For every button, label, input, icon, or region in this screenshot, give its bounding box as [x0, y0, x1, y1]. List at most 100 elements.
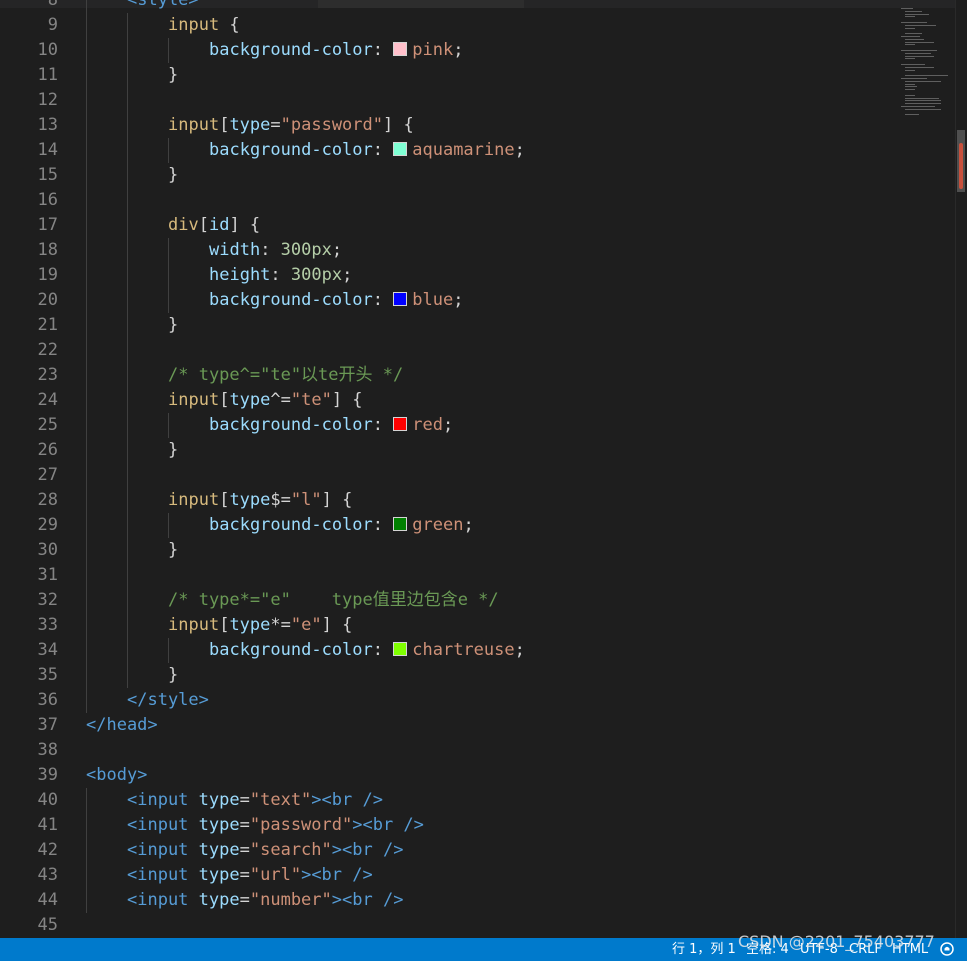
code-line[interactable]: 27: [0, 463, 955, 488]
minimap-line: [905, 27, 915, 29]
color-swatch[interactable]: [393, 42, 408, 56]
code-line[interactable]: 39 <body>: [0, 763, 955, 788]
line-number: 39: [37, 765, 58, 785]
token-sel: input: [168, 615, 220, 635]
code-line[interactable]: 35}: [0, 663, 955, 688]
token-plain: ] {: [383, 115, 414, 135]
color-swatch[interactable]: [393, 642, 408, 656]
code-line[interactable]: 11}: [0, 63, 955, 88]
code-text: background-color: blue;: [209, 288, 463, 313]
indent-guide: [127, 313, 128, 338]
token-tag: <input: [127, 865, 189, 885]
code-line[interactable]: 12: [0, 88, 955, 113]
code-line[interactable]: 21}: [0, 313, 955, 338]
code-line[interactable]: 31: [0, 563, 955, 588]
indent-guide: [86, 613, 87, 638]
minimap-line: [905, 94, 915, 96]
code-line[interactable]: 26}: [0, 438, 955, 463]
code-line[interactable]: 44 <input type="number"><br />: [0, 888, 955, 913]
token-plain: :: [270, 265, 291, 285]
line-number: 43: [37, 865, 58, 885]
code-text: <input type="search"><br />: [127, 838, 403, 863]
code-line[interactable]: 19 height: 300px;: [0, 263, 955, 288]
code-text: }: [168, 438, 178, 463]
code-line[interactable]: 28 input[type$="l"] {: [0, 488, 955, 513]
color-swatch[interactable]: [393, 517, 408, 531]
code-line[interactable]: 17 div[id] {: [0, 213, 955, 238]
cursor-position-indicator[interactable]: 行 1，列 1: [672, 938, 736, 961]
minimap-line: [905, 86, 917, 88]
bell-icon[interactable]: [940, 942, 954, 956]
token-com: /* type*="e" type值里边包含e */: [168, 590, 499, 610]
code-text: div[id] {: [168, 213, 260, 238]
code-line[interactable]: 38: [0, 738, 955, 763]
scrollbar-highlight-marker: [959, 143, 963, 189]
code-line[interactable]: 16: [0, 188, 955, 213]
line-number: 29: [37, 515, 58, 535]
code-text: <body>: [86, 763, 147, 788]
token-val: green: [412, 515, 464, 535]
code-line[interactable]: 25 background-color: red;: [0, 413, 955, 438]
indent-guide: [86, 413, 87, 438]
code-line[interactable]: 40 <input type="text"><br />: [0, 788, 955, 813]
token-plain: =: [239, 865, 250, 885]
code-line[interactable]: 34 background-color: chartreuse;: [0, 638, 955, 663]
indent-guide: [127, 213, 128, 238]
line-number: 45: [37, 915, 58, 935]
indent-guide: [86, 838, 87, 863]
code-line[interactable]: 15}: [0, 163, 955, 188]
minimap-line: [901, 36, 921, 37]
indent-guide: [86, 788, 87, 813]
token-tag: >: [331, 890, 343, 910]
token-plain: }: [168, 665, 179, 685]
code-line[interactable]: 22: [0, 338, 955, 363]
code-line[interactable]: 20 background-color: blue;: [0, 288, 955, 313]
code-line[interactable]: 32 /* type*="e" type值里边包含e */: [0, 588, 955, 613]
code-line[interactable]: 41 <input type="password"><br />: [0, 813, 955, 838]
line-number: 27: [37, 465, 58, 485]
token-attr: type: [198, 790, 240, 810]
code-line[interactable]: 8 <style>: [0, 0, 955, 13]
code-line[interactable]: 37 </head>: [0, 713, 955, 738]
code-line[interactable]: 24 input[type^="te"] {: [0, 388, 955, 413]
indent-guide: [86, 463, 87, 488]
token-attr: type: [229, 615, 271, 635]
minimap-line: [905, 55, 934, 57]
token-tag: <br />: [321, 790, 383, 810]
minimap-line: [905, 13, 929, 15]
code-line[interactable]: 10 background-color: pink;: [0, 38, 955, 63]
color-swatch[interactable]: [393, 417, 408, 431]
code-line[interactable]: 18 width: 300px;: [0, 238, 955, 263]
minimap-line: [905, 114, 920, 116]
indent-guide: [127, 288, 128, 313]
code-line[interactable]: 30}: [0, 538, 955, 563]
color-swatch[interactable]: [393, 292, 408, 306]
code-text: background-color: aquamarine;: [209, 138, 525, 163]
code-line[interactable]: 36 </style>: [0, 688, 955, 713]
indent-guide: [168, 263, 169, 288]
code-text: height: 300px;: [209, 263, 352, 288]
code-text: input {: [168, 13, 240, 38]
code-line[interactable]: 43 <input type="url"><br />: [0, 863, 955, 888]
code-editor[interactable]: 8 <style> 9 input {10 background-color: pink…: [0, 0, 967, 938]
line-number: 8: [47, 0, 58, 10]
token-plain: ;: [514, 140, 525, 160]
code-line[interactable]: 42 <input type="search"><br />: [0, 838, 955, 863]
code-line[interactable]: 13 input[type="password"] {: [0, 113, 955, 138]
code-line[interactable]: 9 input {: [0, 13, 955, 38]
code-line[interactable]: 33 input[type*="e"] {: [0, 613, 955, 638]
indent-guide: [86, 63, 87, 88]
minimap[interactable]: [897, 8, 955, 128]
code-line[interactable]: 23 /* type^="te"以te开头 */: [0, 363, 955, 388]
token-tag: </head>: [86, 715, 158, 735]
color-swatch[interactable]: [393, 142, 408, 156]
token-attr: type: [198, 815, 240, 835]
line-number: 15: [37, 165, 58, 185]
code-line[interactable]: 29 background-color: green;: [0, 513, 955, 538]
minimap-line: [905, 41, 934, 43]
code-line[interactable]: 14 background-color: aquamarine;: [0, 138, 955, 163]
token-tag: <style>: [127, 0, 199, 10]
token-attr: type: [229, 390, 271, 410]
code-text: background-color: green;: [209, 513, 474, 538]
